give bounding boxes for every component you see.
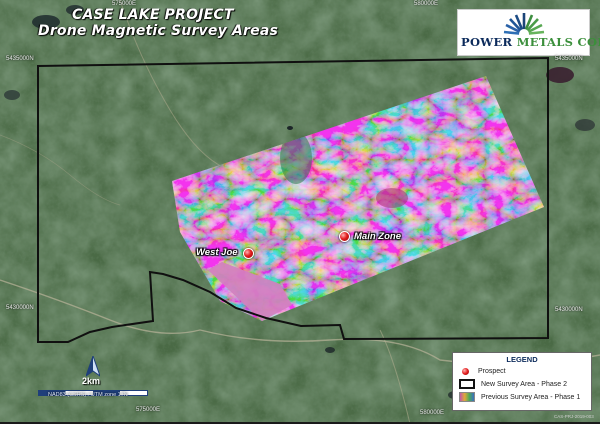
- map-title-line1: CASE LAKE PROJECT: [72, 7, 234, 23]
- map-reference: CAS-PRJ-2019-003: [554, 414, 594, 419]
- grid-label-bottom-e1: 575000E: [136, 407, 161, 413]
- grid-label-bottom-e2: 580000E: [420, 410, 445, 416]
- legend: LEGEND Prospect New Survey Area - Phase …: [452, 352, 592, 411]
- sunburst-icon: [503, 13, 545, 35]
- legend-item-label: New Survey Area - Phase 2: [481, 380, 567, 388]
- map-canvas[interactable]: CASE LAKE PROJECT Drone Magnetic Survey …: [0, 0, 600, 424]
- logo-text-metals: METALS CORP: [516, 35, 600, 49]
- red-dot-icon: [462, 367, 469, 375]
- logo-text: POWER METALS CORP: [461, 35, 600, 49]
- projection-label: NAD83 (CSRS) / UTM zone 17N: [48, 392, 128, 398]
- legend-item-label: Prospect: [478, 367, 506, 375]
- company-logo: POWER METALS CORP: [457, 9, 600, 56]
- legend-item-phase1: Previous Survey Area - Phase 1: [459, 392, 580, 402]
- grid-label-left-n1: 5435000N: [6, 56, 34, 62]
- grid-label-right-n1: 5435000N: [555, 56, 583, 62]
- grid-label-left-n2: 5430000N: [6, 305, 34, 311]
- outline-swatch-icon: [459, 379, 475, 389]
- grid-label-right-n2: 5430000N: [555, 307, 583, 313]
- grid-label-top-e1: 575000E: [112, 1, 137, 7]
- prospect-label: Main Zone: [354, 231, 401, 242]
- legend-title: LEGEND: [506, 355, 538, 364]
- map-title: CASE LAKE PROJECT Drone Magnetic Survey …: [38, 7, 278, 39]
- map-title-line2: Drone Magnetic Survey Areas: [38, 23, 278, 39]
- prospect-marker-icon[interactable]: [339, 231, 350, 242]
- prospect-marker-icon[interactable]: [243, 248, 254, 259]
- grid-label-top-e2: 580000E: [414, 1, 439, 7]
- legend-item-prospect: Prospect: [459, 366, 506, 376]
- prospect-label: West Joe: [196, 247, 238, 258]
- legend-item-label: Previous Survey Area - Phase 1: [481, 393, 581, 401]
- magnetic-swatch-icon: [459, 392, 475, 402]
- legend-item-phase2: New Survey Area - Phase 2: [459, 379, 567, 389]
- logo-text-power: POWER: [461, 35, 517, 49]
